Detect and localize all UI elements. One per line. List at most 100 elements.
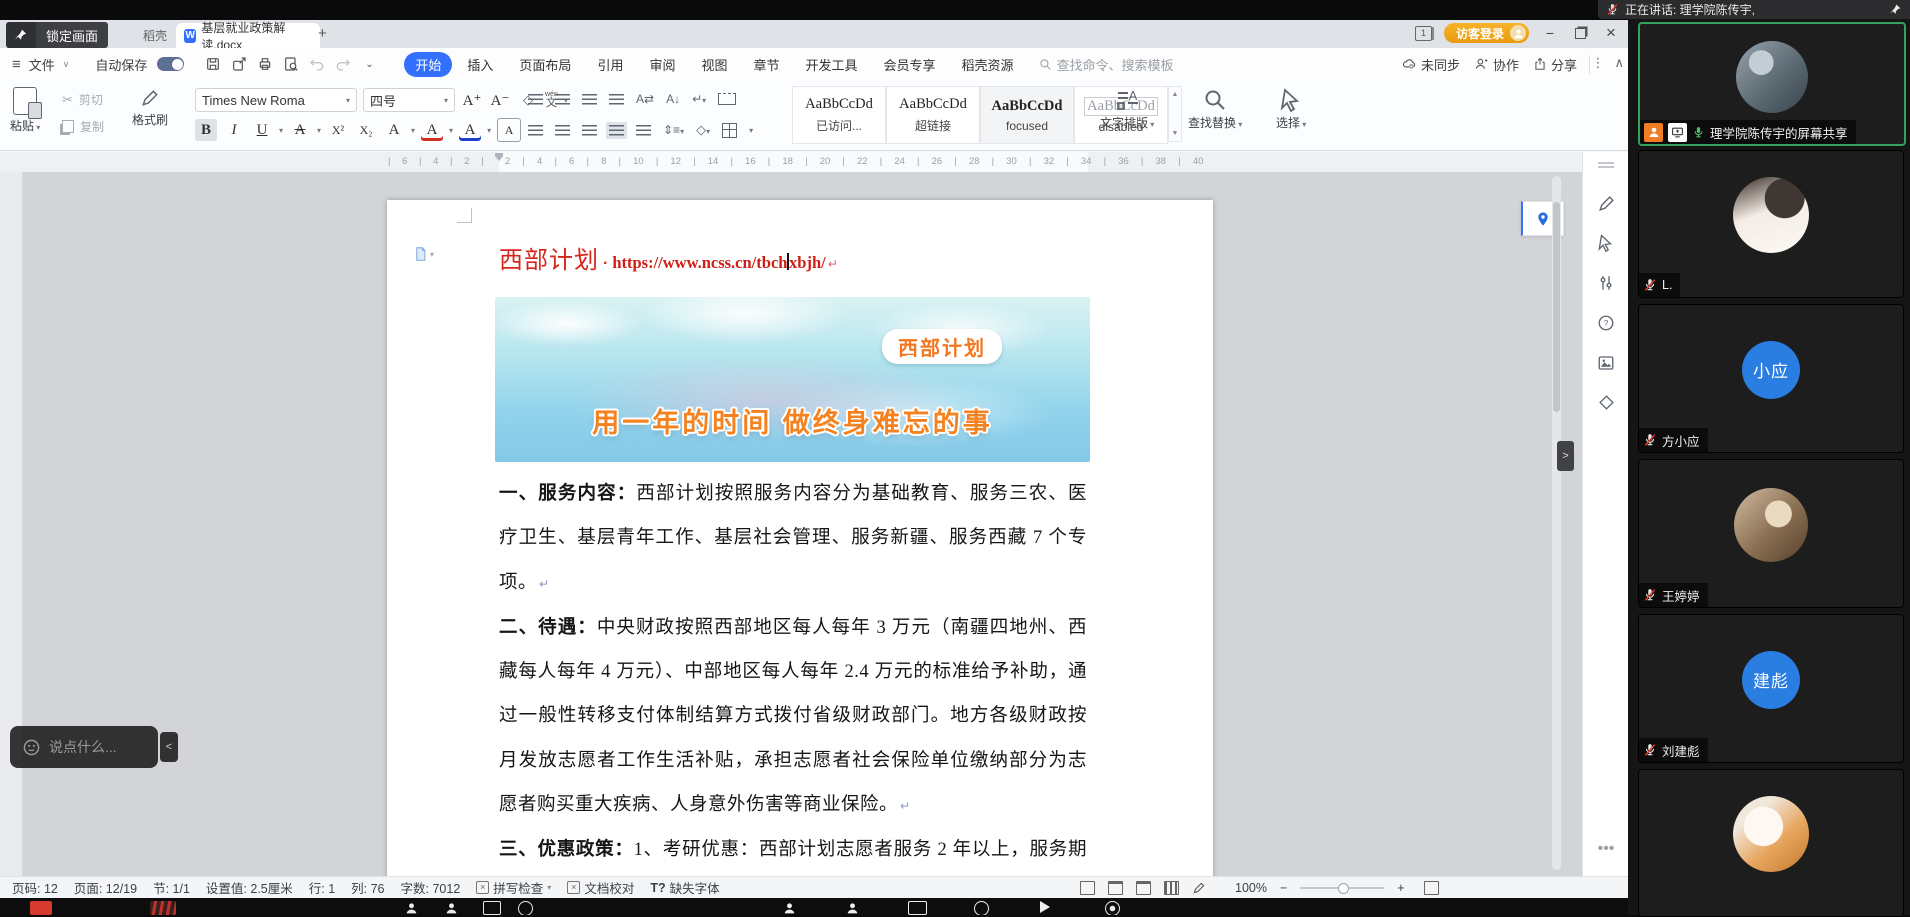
print-icon[interactable] <box>256 55 274 73</box>
ink-pen-icon[interactable] <box>1192 881 1206 895</box>
status-setting-value[interactable]: 设置值: 2.5厘米 <box>206 878 293 897</box>
eye-protect-view-icon[interactable] <box>1080 881 1095 895</box>
tab-section[interactable]: 章节 <box>742 52 790 77</box>
borders-icon[interactable] <box>722 123 737 138</box>
tab-review[interactable]: 审阅 <box>638 52 686 77</box>
show-marks-icon[interactable]: ↵▾ <box>692 92 706 106</box>
tab-member[interactable]: 会员专享 <box>873 52 947 77</box>
superscript-button[interactable]: X² <box>327 119 349 141</box>
share-button[interactable]: 分享 <box>1533 55 1590 74</box>
spell-check-toggle[interactable]: ×拼写检查▾ <box>476 878 551 897</box>
missing-font-indicator[interactable]: T?缺失字体 <box>650 878 719 897</box>
vertical-scrollbar[interactable] <box>1552 176 1561 870</box>
zoom-level[interactable]: 100% <box>1235 881 1267 895</box>
align-center-icon[interactable] <box>555 125 570 136</box>
settings-slider-icon[interactable] <box>1583 274 1629 292</box>
banner-image[interactable]: 西部计划 用一年的时间 做终身难忘的事 <box>495 297 1090 462</box>
help-icon[interactable] <box>1583 314 1629 332</box>
decrease-indent-icon[interactable] <box>582 94 597 105</box>
status-page-number[interactable]: 页码: 12 <box>12 878 58 897</box>
scrollbar-thumb[interactable] <box>1553 202 1560 412</box>
format-painter-button[interactable]: 格式刷 <box>132 87 168 128</box>
page-setup-icon[interactable] <box>718 93 736 105</box>
find-replace-button[interactable]: 查找替换 ▾ <box>1188 88 1242 131</box>
horizontal-ruler[interactable]: | 6 | 4 | 2 | 2 | 4 | 6 | 8 | 10 | 12 | … <box>0 152 1628 173</box>
redo-icon[interactable] <box>334 55 352 73</box>
sync-status[interactable]: 未同步 <box>1401 55 1460 74</box>
participant-tile[interactable] <box>1638 769 1904 917</box>
close-button[interactable]: × <box>1602 23 1620 43</box>
zoom-slider[interactable] <box>1300 887 1384 889</box>
read-layout-icon[interactable] <box>1108 881 1123 895</box>
chat-input[interactable]: 说点什么... <box>10 726 158 768</box>
fullscreen-icon[interactable] <box>1424 881 1439 895</box>
style-card-visited[interactable]: AaBbCcDd 已访问... <box>792 86 886 144</box>
taskbar-app-icon[interactable] <box>150 901 176 915</box>
shading-icon[interactable]: ◇▾ <box>696 122 710 138</box>
text-highlight-button[interactable]: A <box>421 119 443 141</box>
font-size-select[interactable]: 四号▾ <box>363 88 455 112</box>
image-tool-icon[interactable] <box>1583 354 1629 372</box>
save-icon[interactable] <box>204 55 222 73</box>
increase-indent-icon[interactable] <box>609 94 624 105</box>
pin-icon[interactable] <box>6 22 36 48</box>
bold-button[interactable]: B <box>195 119 217 141</box>
text-layout-button[interactable]: 文字排版 ▾ <box>1100 88 1154 131</box>
status-word-count[interactable]: 字数: 7012 <box>401 878 461 897</box>
taskbar-keyboard-icon[interactable] <box>483 901 501 915</box>
web-layout-icon[interactable] <box>1164 881 1179 895</box>
document-canvas[interactable]: ▾ 西部计划 · https://www.ncss.cn/tbchxbjh/ ↵… <box>0 172 1582 876</box>
line-spacing-icon[interactable]: ⇕≡▾ <box>663 123 684 137</box>
status-column[interactable]: 列: 76 <box>351 878 384 897</box>
cut-button[interactable]: ✂剪切 <box>62 91 103 108</box>
hamburger-icon[interactable]: ≡ <box>12 56 21 73</box>
copy-button[interactable]: 复制 <box>62 118 104 135</box>
panel-drag-handle[interactable] <box>1583 162 1629 164</box>
window-count-indicator[interactable]: 1 <box>1415 26 1432 41</box>
distribute-icon[interactable] <box>636 125 651 136</box>
zoom-out-button[interactable]: − <box>1280 881 1287 895</box>
tab-docer-resources[interactable]: 稻壳资源 <box>951 52 1025 77</box>
style-card-hyperlink[interactable]: AaBbCcDd 超链接 <box>886 86 980 144</box>
status-line[interactable]: 行: 1 <box>309 878 335 897</box>
shrink-font-button[interactable]: A⁻ <box>489 89 511 111</box>
taskbar-gear-icon[interactable] <box>1105 901 1120 915</box>
more-options-kebab-icon[interactable]: ⋮ <box>1591 55 1604 71</box>
tab-docer[interactable]: 稻壳 <box>143 27 167 44</box>
tab-insert[interactable]: 插入 <box>456 52 504 77</box>
export-icon[interactable] <box>230 55 248 73</box>
select-cursor-icon[interactable] <box>1583 234 1629 252</box>
active-document-tab[interactable]: W 基层就业政策解读.docx <box>176 23 320 48</box>
status-page-count[interactable]: 页面: 12/19 <box>74 878 137 897</box>
command-search-box[interactable]: 查找命令、搜索模板 <box>1039 55 1174 74</box>
participant-tile[interactable]: 王婷婷 <box>1638 459 1904 608</box>
minimize-button[interactable]: − <box>1541 25 1559 41</box>
heading-collapse-icon[interactable]: ▾ <box>413 246 434 262</box>
collapse-ribbon-chevron-icon[interactable]: ∧ <box>1614 55 1624 71</box>
smiley-icon[interactable] <box>22 738 41 757</box>
tag-tool-icon[interactable] <box>1583 394 1629 411</box>
tab-home[interactable]: 开始 <box>404 52 452 77</box>
font-name-select[interactable]: Times New Roma▾ <box>195 88 357 112</box>
character-shading-button[interactable]: A <box>497 118 521 142</box>
strikethrough-button[interactable]: A <box>289 119 311 141</box>
guest-login-button[interactable]: 访客登录 <box>1444 23 1529 43</box>
taskbar-keyboard-icon[interactable] <box>908 901 927 915</box>
grow-font-button[interactable]: A⁺ <box>461 89 483 111</box>
restore-button[interactable] <box>1575 28 1586 39</box>
annotate-pen-icon[interactable] <box>1583 194 1629 213</box>
italic-button[interactable]: I <box>223 119 245 141</box>
chat-fold-button[interactable]: < <box>160 732 178 762</box>
tab-view[interactable]: 视图 <box>690 52 738 77</box>
paste-button[interactable]: 粘贴 ▾ <box>10 87 40 134</box>
document-page[interactable]: ▾ 西部计划 · https://www.ncss.cn/tbchxbjh/ ↵… <box>387 200 1213 876</box>
justify-icon[interactable] <box>609 125 624 136</box>
new-tab-button[interactable]: + <box>318 25 327 42</box>
heading-link[interactable]: https://www.ncss.cn/tbchxbjh/ <box>612 253 825 273</box>
autosave-toggle[interactable] <box>157 57 184 71</box>
font-color-button[interactable]: A <box>459 119 481 141</box>
more-tools-ellipsis-icon[interactable]: ••• <box>1583 840 1629 858</box>
print-preview-icon[interactable] <box>282 55 300 73</box>
participant-tile[interactable]: 建彪 刘建彪 <box>1638 614 1904 763</box>
underline-button[interactable]: U <box>251 119 273 141</box>
